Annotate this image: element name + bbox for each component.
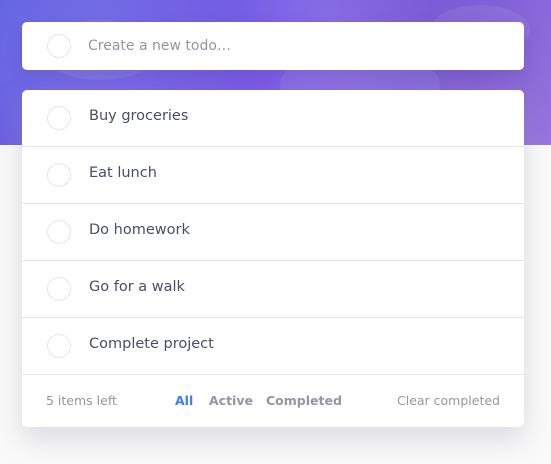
filter-active[interactable]: Active — [209, 393, 253, 408]
todo-item[interactable]: Go for a walk — [22, 261, 524, 318]
todo-label: Go for a walk — [89, 279, 185, 295]
filter-all[interactable]: All — [175, 393, 193, 408]
todo-check-circle[interactable] — [47, 277, 71, 301]
todo-label: Do homework — [89, 222, 190, 238]
new-todo-card — [22, 22, 524, 70]
todo-label: Complete project — [89, 336, 214, 352]
todo-label: Buy groceries — [89, 108, 189, 124]
new-todo-check-circle[interactable] — [47, 34, 71, 58]
todo-item[interactable]: Do homework — [22, 204, 524, 261]
todo-list-card: Buy groceries Eat lunch Do homework Go f… — [22, 90, 524, 427]
items-left-count: 5 items left — [46, 393, 117, 408]
clear-completed-button[interactable]: Clear completed — [397, 393, 500, 408]
todo-item[interactable]: Eat lunch — [22, 147, 524, 204]
todo-footer: 5 items left All Active Completed Clear … — [22, 375, 524, 427]
todo-check-circle[interactable] — [47, 163, 71, 187]
todo-check-circle[interactable] — [47, 334, 71, 358]
filter-completed[interactable]: Completed — [266, 393, 342, 408]
new-todo-input[interactable] — [88, 32, 498, 60]
todo-item[interactable]: Complete project — [22, 318, 524, 375]
todo-check-circle[interactable] — [47, 106, 71, 130]
todo-label: Eat lunch — [89, 165, 157, 181]
todo-check-circle[interactable] — [47, 220, 71, 244]
todo-item[interactable]: Buy groceries — [22, 90, 524, 147]
